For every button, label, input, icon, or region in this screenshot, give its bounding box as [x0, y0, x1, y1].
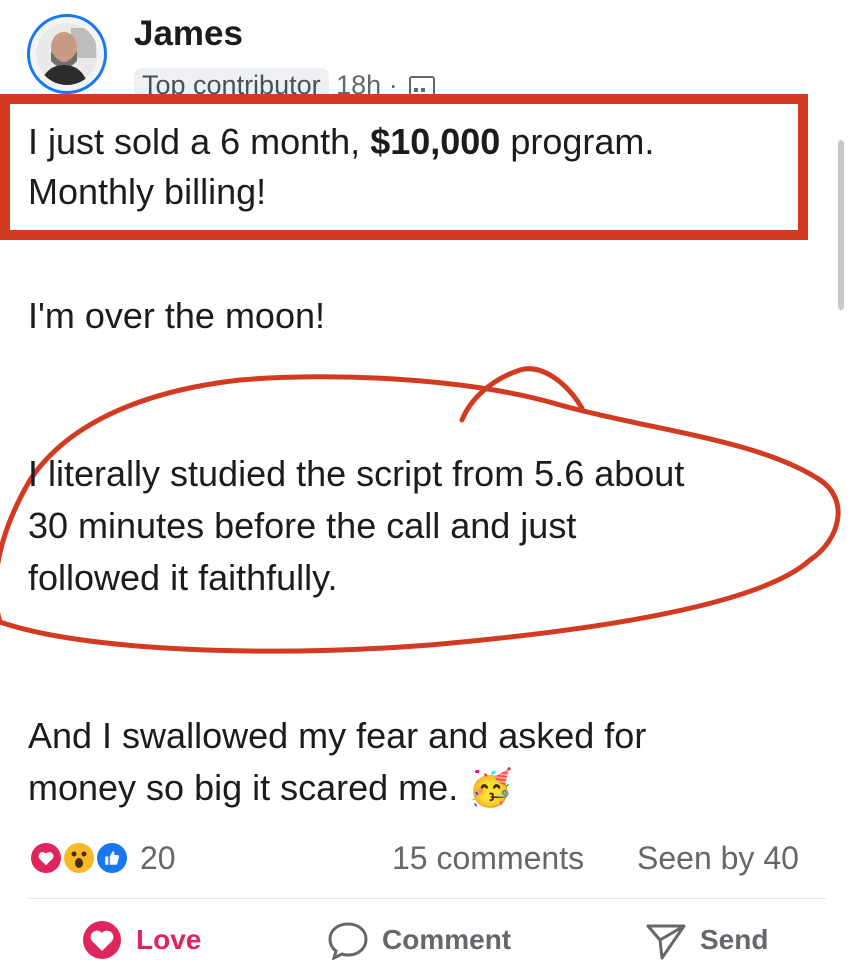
price-bold: $10,000	[370, 121, 501, 162]
post-paragraph-3-line-1: I literally studied the script from 5.6 …	[28, 453, 685, 494]
post-paragraph-3-line-3: followed it faithfully.	[28, 557, 338, 598]
heart-icon	[83, 921, 121, 959]
post-paragraph-2: I'm over the moon!	[28, 295, 325, 336]
seen-by[interactable]: Seen by 40	[637, 840, 799, 877]
highlight-box	[0, 94, 808, 240]
divider	[28, 898, 826, 899]
avatar-photo	[36, 23, 98, 85]
comment-label: Comment	[382, 924, 512, 955]
send-label: Send	[700, 924, 769, 955]
heart-icon	[28, 840, 64, 876]
love-label: Love	[136, 924, 202, 955]
comment-button[interactable]: Comment	[326, 920, 511, 960]
comment-icon	[328, 922, 368, 960]
scrollbar[interactable]	[838, 140, 844, 310]
wow-icon	[61, 840, 97, 876]
post-paragraph-4-line-1: And I swallowed my fear and asked for	[28, 715, 647, 756]
post-paragraph-3-line-2: 30 minutes before the call and just	[28, 505, 577, 546]
author-name[interactable]: James	[134, 14, 243, 54]
post-line-1: I just sold a 6 month, $10,000 program.	[28, 121, 655, 162]
party-emoji: 🥳	[468, 767, 514, 808]
avatar[interactable]	[27, 14, 107, 94]
post-line-2: Monthly billing!	[28, 171, 267, 212]
post-paragraph-4-line-2: money so big it scared me. 🥳	[28, 767, 514, 808]
reaction-count[interactable]: 20	[140, 840, 176, 877]
send-button[interactable]: Send	[644, 920, 768, 960]
love-button[interactable]: Love	[80, 920, 201, 960]
globe-icon	[409, 76, 436, 96]
comments-count[interactable]: 15 comments	[392, 840, 584, 877]
like-icon	[94, 840, 130, 876]
send-icon	[646, 924, 686, 960]
